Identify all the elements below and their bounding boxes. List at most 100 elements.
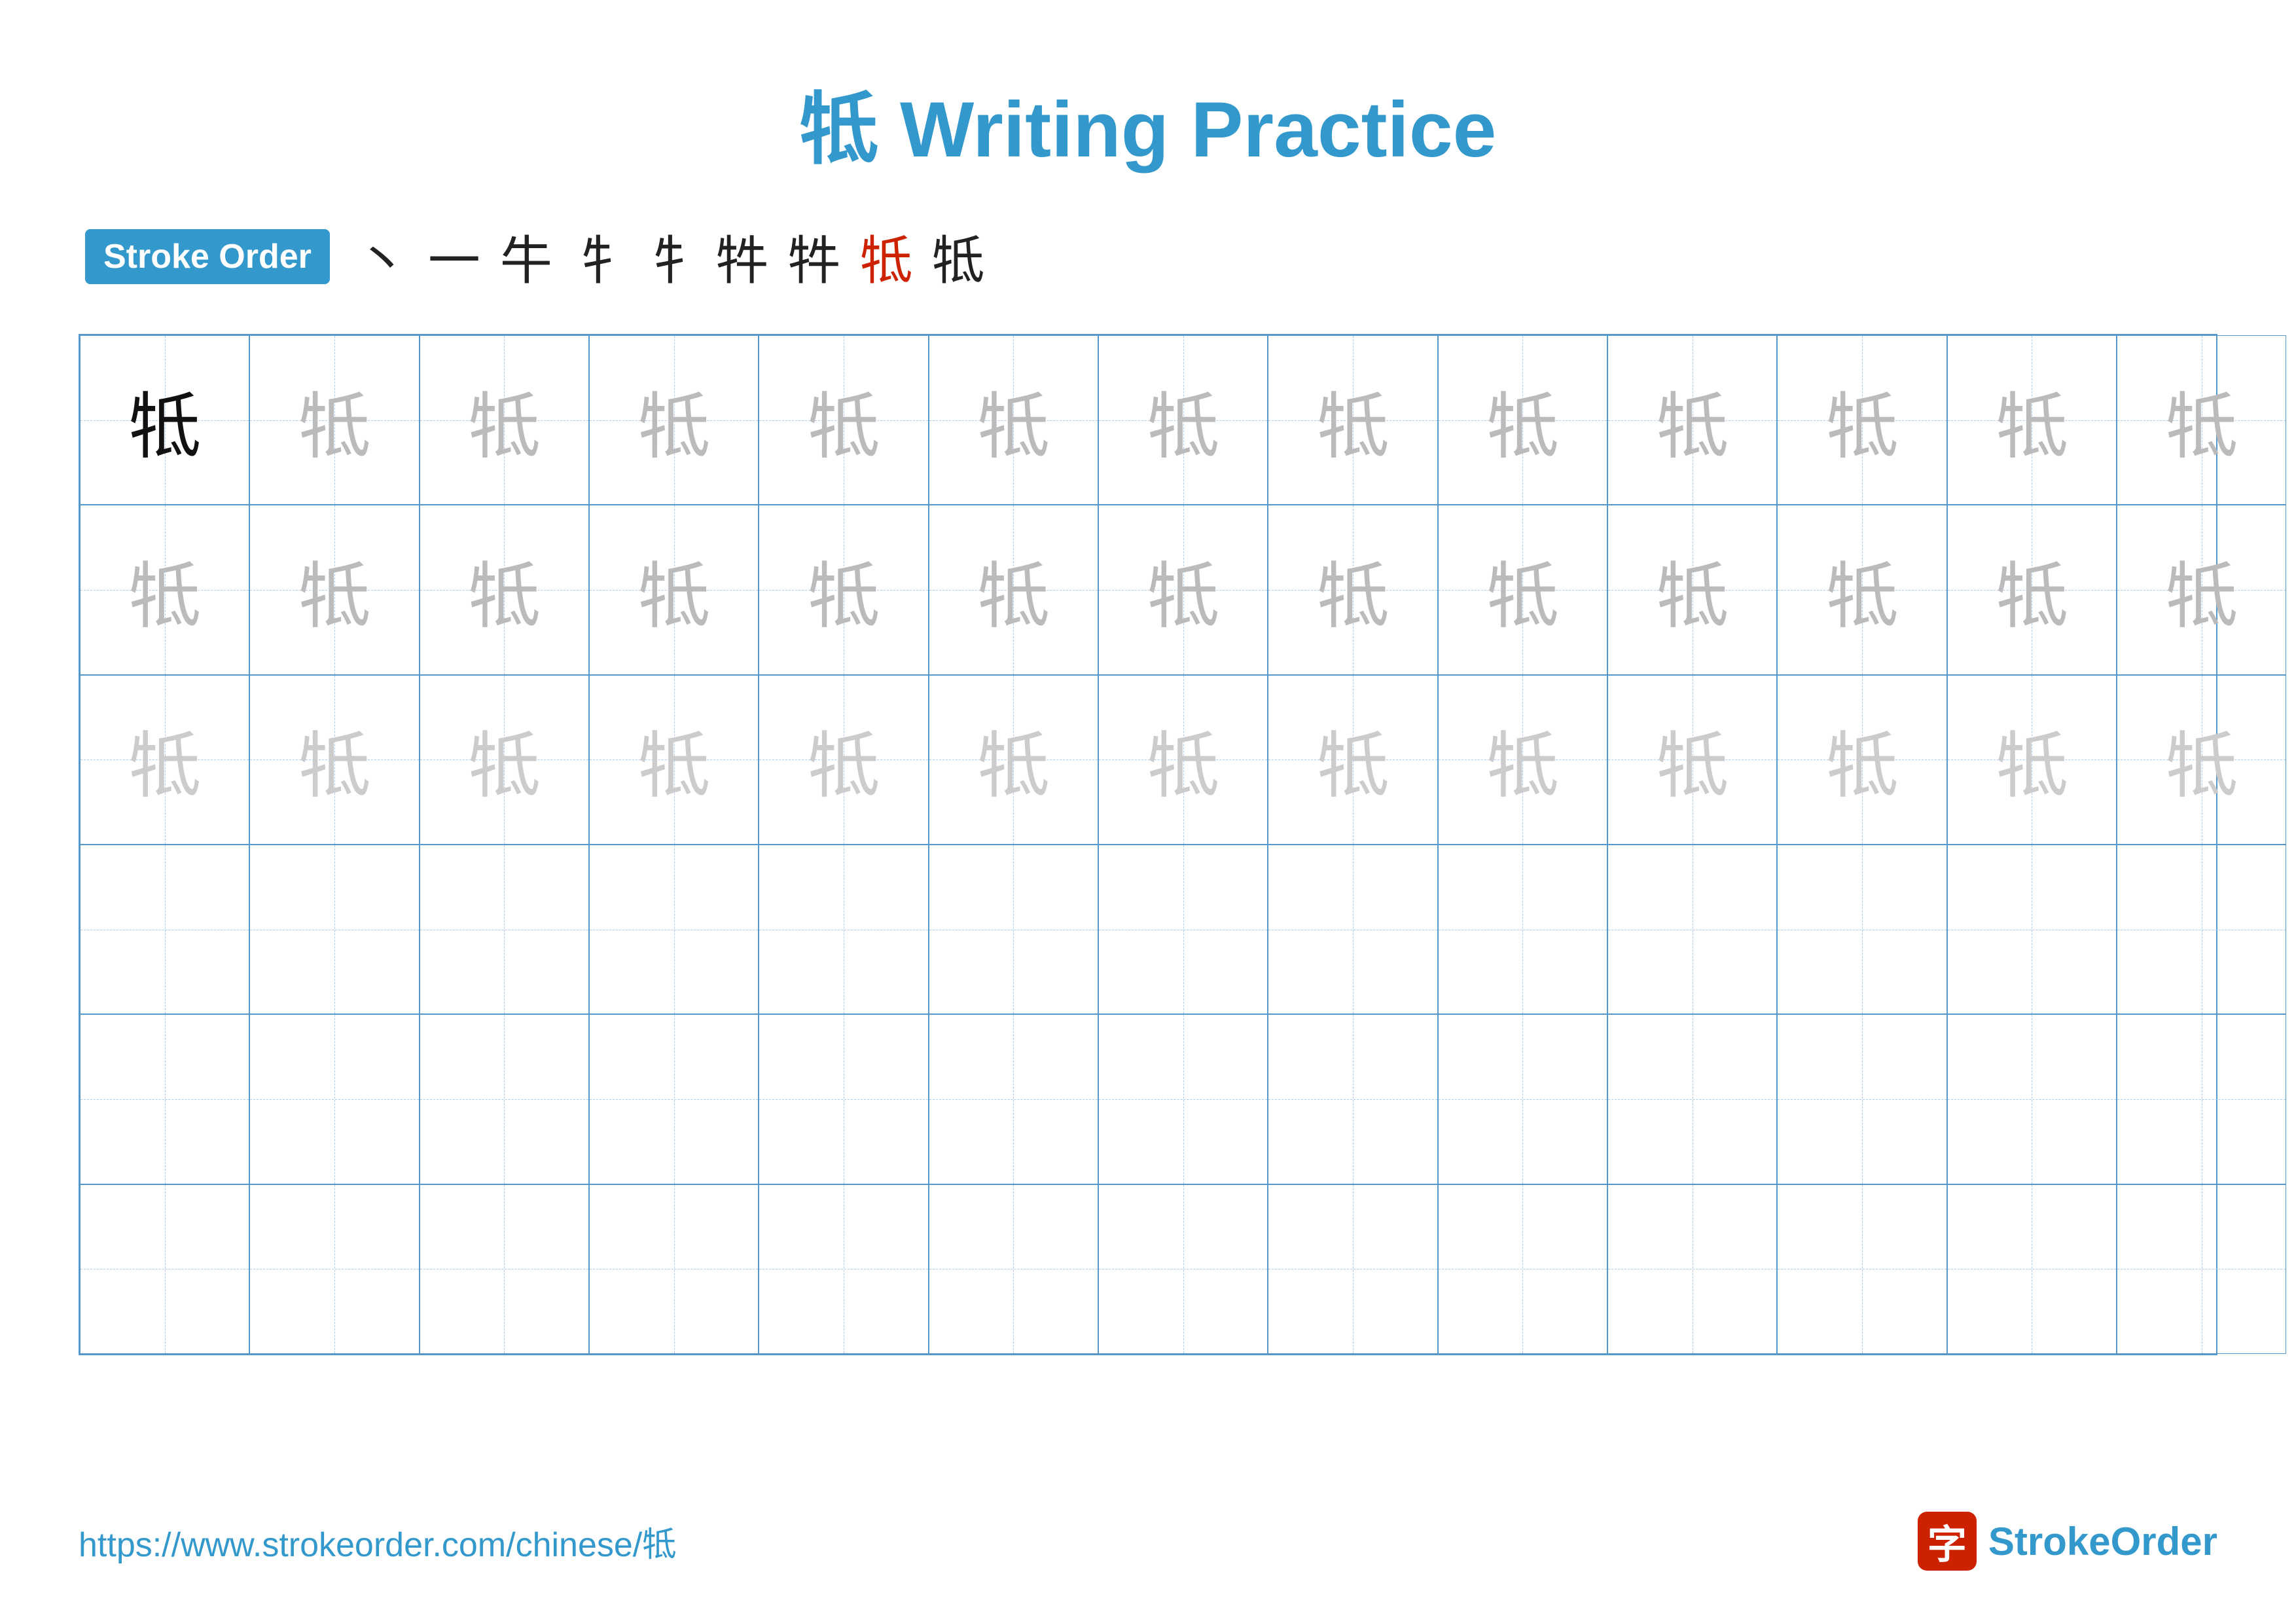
grid-cell[interactable]: 牴: [1098, 335, 1268, 505]
grid-cell[interactable]: 牴: [2117, 335, 2286, 505]
grid-cell[interactable]: 牴: [2117, 675, 2286, 845]
grid-cell[interactable]: [759, 845, 928, 1014]
practice-char: 牴: [1147, 538, 1219, 642]
grid-cell[interactable]: 牴: [2117, 505, 2286, 674]
grid-cell[interactable]: 牴: [80, 335, 249, 505]
grid-cell[interactable]: [929, 1184, 1098, 1354]
grid-cell[interactable]: 牴: [1947, 675, 2117, 845]
grid-cell[interactable]: 牴: [1098, 505, 1268, 674]
grid-cell[interactable]: [1777, 1184, 1946, 1354]
practice-char: 牴: [1996, 707, 2068, 812]
grid-cell[interactable]: [929, 1014, 1098, 1184]
practice-char: 牴: [2166, 707, 2238, 812]
grid-cell[interactable]: [420, 1014, 589, 1184]
grid-cell[interactable]: 牴: [1607, 675, 1777, 845]
practice-char: 牴: [1657, 707, 1729, 812]
grid-cell[interactable]: 牴: [929, 335, 1098, 505]
practice-char: 牴: [1657, 538, 1729, 642]
grid-cell[interactable]: [420, 1184, 589, 1354]
grid-cell[interactable]: [1947, 845, 2117, 1014]
grid-cell[interactable]: 牴: [1268, 335, 1437, 505]
grid-cell[interactable]: [2117, 1184, 2286, 1354]
practice-char: 牴: [129, 538, 201, 642]
grid-cell[interactable]: 牴: [1268, 675, 1437, 845]
page: 牴 Writing Practice Stroke Order 丶 一 牛 牜 …: [0, 0, 2296, 1623]
practice-char: 牴: [468, 368, 540, 473]
grid-cell[interactable]: 牴: [1947, 505, 2117, 674]
grid-cell[interactable]: [2117, 1014, 2286, 1184]
grid-cell[interactable]: [420, 845, 589, 1014]
practice-char: 牴: [129, 707, 201, 812]
grid-cell[interactable]: [80, 845, 249, 1014]
grid-cell[interactable]: 牴: [1438, 505, 1607, 674]
grid-cell[interactable]: 牴: [1607, 335, 1777, 505]
grid-cell[interactable]: 牴: [1777, 675, 1946, 845]
grid-cell[interactable]: [589, 845, 759, 1014]
grid-cell[interactable]: 牴: [589, 675, 759, 845]
grid-cell[interactable]: 牴: [80, 505, 249, 674]
grid-cell[interactable]: [249, 1014, 419, 1184]
grid-cell[interactable]: 牴: [929, 505, 1098, 674]
grid-cell[interactable]: 牴: [589, 335, 759, 505]
grid-cell[interactable]: [1438, 1184, 1607, 1354]
stroke-8: 牴: [860, 219, 912, 295]
stroke-7: 牪: [788, 219, 840, 295]
grid-cell[interactable]: 牴: [249, 335, 419, 505]
grid-cell[interactable]: 牴: [1098, 675, 1268, 845]
grid-cell[interactable]: 牴: [759, 675, 928, 845]
logo-icon: 字: [1918, 1512, 1977, 1571]
grid-cell[interactable]: [1268, 1184, 1437, 1354]
grid-cell[interactable]: 牴: [589, 505, 759, 674]
grid-cell[interactable]: [1607, 845, 1777, 1014]
grid-cell[interactable]: [1438, 1014, 1607, 1184]
grid-cell[interactable]: 牴: [759, 335, 928, 505]
grid-cell[interactable]: 牴: [1607, 505, 1777, 674]
practice-char: 牴: [638, 707, 710, 812]
grid-cell[interactable]: [80, 1014, 249, 1184]
grid-cell[interactable]: 牴: [929, 675, 1098, 845]
grid-cell[interactable]: [2117, 845, 2286, 1014]
practice-char: 牴: [129, 368, 201, 473]
grid-cell[interactable]: 牴: [420, 675, 589, 845]
logo-text: StrokeOrder: [1988, 1519, 2217, 1564]
grid-cell[interactable]: [589, 1184, 759, 1354]
grid-cell[interactable]: 牴: [249, 505, 419, 674]
grid-cell[interactable]: 牴: [1268, 505, 1437, 674]
practice-char: 牴: [977, 707, 1049, 812]
grid-cell[interactable]: [929, 845, 1098, 1014]
grid-cell[interactable]: [249, 845, 419, 1014]
grid-cell[interactable]: [1947, 1184, 2117, 1354]
grid-cell[interactable]: 牴: [1777, 505, 1946, 674]
grid-cell[interactable]: [1777, 845, 1946, 1014]
stroke-9: 牴: [932, 219, 984, 295]
grid-cell[interactable]: [1777, 1014, 1946, 1184]
grid-cell[interactable]: [1947, 1014, 2117, 1184]
practice-char: 牴: [977, 538, 1049, 642]
grid-cell[interactable]: 牴: [1777, 335, 1946, 505]
logo-order: Order: [2111, 1520, 2217, 1563]
grid-cell[interactable]: [1438, 845, 1607, 1014]
grid-cell[interactable]: [249, 1184, 419, 1354]
grid-cell[interactable]: 牴: [759, 505, 928, 674]
stroke-order-row: Stroke Order 丶 一 牛 牜 牜 牪 牪 牴 牴: [79, 219, 2217, 295]
practice-char: 牴: [808, 538, 880, 642]
grid-cell[interactable]: 牴: [420, 335, 589, 505]
grid-cell[interactable]: [1098, 1184, 1268, 1354]
grid-cell[interactable]: 牴: [249, 675, 419, 845]
grid-cell[interactable]: [759, 1014, 928, 1184]
grid-cell[interactable]: [589, 1014, 759, 1184]
grid-cell[interactable]: [1607, 1014, 1777, 1184]
grid-cell[interactable]: 牴: [1438, 675, 1607, 845]
grid-cell[interactable]: [1607, 1184, 1777, 1354]
grid-cell[interactable]: [1098, 845, 1268, 1014]
grid-cell[interactable]: 牴: [80, 675, 249, 845]
footer-url[interactable]: https://www.strokeorder.com/chinese/牴: [79, 1517, 676, 1566]
grid-cell[interactable]: [80, 1184, 249, 1354]
grid-cell[interactable]: 牴: [1947, 335, 2117, 505]
grid-cell[interactable]: [1098, 1014, 1268, 1184]
grid-cell[interactable]: [1268, 1014, 1437, 1184]
grid-cell[interactable]: [1268, 845, 1437, 1014]
grid-cell[interactable]: [759, 1184, 928, 1354]
grid-cell[interactable]: 牴: [420, 505, 589, 674]
grid-cell[interactable]: 牴: [1438, 335, 1607, 505]
